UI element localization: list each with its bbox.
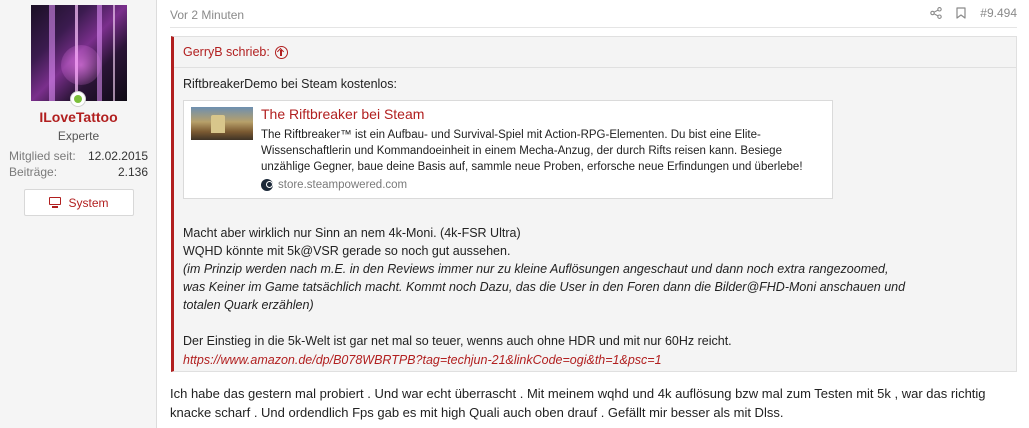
stat-label: Mitglied seit:: [9, 149, 76, 163]
quote-italic-line: totalen Quark erzählen): [183, 298, 314, 312]
quote-intro: RiftbreakerDemo bei Steam kostenlos:: [183, 77, 397, 91]
embed-description: The Riftbreaker™ ist ein Aufbau- und Sur…: [261, 129, 803, 173]
stat-posts: Beiträge: 2.136: [9, 165, 148, 179]
stat-value: 12.02.2015: [87, 149, 148, 163]
message-author-sidebar: ILoveTattoo Experte Mitglied seit: 12.02…: [0, 0, 157, 428]
quote-italic-line: was Keiner im Game tatsächlich macht. Ko…: [183, 280, 906, 294]
quote-line: Der Einstieg in die 5k-Welt ist gar net …: [183, 334, 732, 348]
system-button[interactable]: System: [24, 189, 134, 216]
amazon-link[interactable]: https://www.amazon.de/dp/B078WBRTPB?tag=…: [183, 353, 662, 367]
post-time[interactable]: Vor 2 Minuten: [170, 8, 244, 22]
embed-title[interactable]: The Riftbreaker bei Steam: [261, 106, 424, 122]
stat-label: Beiträge:: [9, 165, 58, 179]
quote-line: WQHD könnte mit 5k@VSR gerade so noch gu…: [183, 244, 511, 258]
quote-italic-line: (im Prinzip werden nach m.E. in den Revi…: [183, 262, 889, 276]
quote-author-label: GerryB schrieb:: [183, 45, 270, 59]
stat-value: 2.136: [117, 165, 148, 179]
avatar[interactable]: [31, 5, 127, 101]
embed-source: store.steampowered.com: [261, 179, 407, 191]
system-button-label: System: [68, 195, 109, 210]
share-icon[interactable]: [930, 7, 943, 19]
online-status-icon: [70, 91, 86, 107]
post-body-text: Ich habe das gestern mal probiert . Und …: [170, 386, 986, 420]
quote-block: GerryB schrieb: RiftbreakerDemo bei Stea…: [171, 36, 1017, 372]
monitor-icon: [49, 197, 62, 208]
stat-joined: Mitglied seit: 12.02.2015: [9, 149, 148, 163]
header-divider: [170, 27, 1017, 28]
steam-icon: [261, 179, 273, 191]
user-title: Experte: [57, 129, 100, 143]
post-number[interactable]: #9.494: [980, 6, 1017, 20]
embed-thumbnail[interactable]: [191, 107, 253, 140]
post-actions: #9.494: [930, 6, 1017, 20]
quote-author[interactable]: GerryB schrieb:: [174, 37, 1016, 68]
arrow-up-circle-icon[interactable]: [274, 45, 288, 59]
link-embed[interactable]: The Riftbreaker bei Steam The Riftbreake…: [183, 100, 833, 199]
quote-line: Macht aber wirklich nur Sinn an nem 4k-M…: [183, 226, 521, 240]
bookmark-icon[interactable]: [956, 7, 966, 19]
embed-source-label: store.steampowered.com: [278, 179, 408, 191]
username[interactable]: ILoveTattoo: [0, 109, 157, 125]
